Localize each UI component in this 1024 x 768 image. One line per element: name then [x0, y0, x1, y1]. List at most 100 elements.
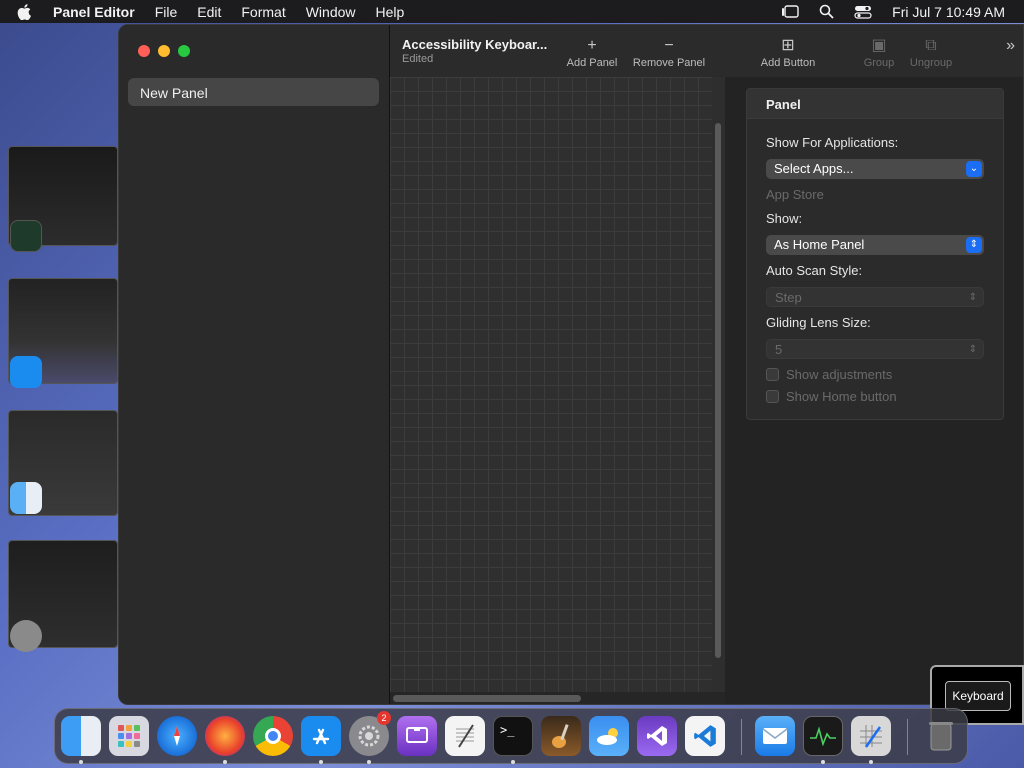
- edit-menu[interactable]: Edit: [197, 4, 221, 20]
- show-popup[interactable]: As Home Panel ⇕: [766, 235, 984, 255]
- add-panel-label: Add Panel: [566, 57, 618, 69]
- vscode-icon[interactable]: [685, 716, 725, 756]
- group-button[interactable]: ▣ Group: [860, 37, 898, 69]
- panel-canvas[interactable]: [390, 77, 725, 692]
- add-square-icon: ⊞: [781, 37, 795, 54]
- app-name-menu[interactable]: Panel Editor: [53, 4, 135, 20]
- show-home-button-checkbox[interactable]: Show Home button: [766, 389, 897, 404]
- visual-studio-icon[interactable]: [637, 716, 677, 756]
- sidebar-item-label: New Panel: [140, 85, 208, 101]
- mail-icon[interactable]: [755, 716, 795, 756]
- menu-clock[interactable]: Fri Jul 7 10:49 AM: [892, 4, 1005, 20]
- activity-monitor-icon: [10, 220, 42, 252]
- launchpad-icon[interactable]: [109, 716, 149, 756]
- group-icon: ▣: [871, 37, 887, 54]
- minimize-button[interactable]: [158, 45, 170, 57]
- remove-panel-label: Remove Panel: [632, 57, 706, 69]
- show-popup-value: As Home Panel: [774, 237, 865, 252]
- firefox-icon[interactable]: [205, 716, 245, 756]
- select-apps-dropdown[interactable]: Select Apps... ⌄: [766, 159, 984, 179]
- chrome-icon[interactable]: [253, 716, 293, 756]
- spotlight-search-icon[interactable]: [819, 4, 834, 19]
- show-for-apps-label: Show For Applications:: [766, 135, 899, 150]
- horizontal-scrollbar[interactable]: [393, 695, 581, 702]
- sidebar: New Panel: [119, 25, 390, 704]
- textedit-icon[interactable]: [445, 716, 485, 756]
- add-button-label: Add Button: [760, 57, 816, 69]
- running-indicator: [319, 760, 323, 764]
- panel-editor-dock-icon[interactable]: [851, 716, 891, 756]
- running-indicator: [367, 760, 371, 764]
- updown-chevron-icon: ⇕: [966, 237, 982, 253]
- auto-scan-value: Step: [775, 290, 802, 305]
- select-apps-value: Select Apps...: [774, 161, 854, 176]
- weather-icon[interactable]: [589, 716, 629, 756]
- panel-inspector: Panel Show For Applications: Select Apps…: [746, 88, 1004, 420]
- ungroup-label: Ungroup: [909, 57, 953, 69]
- chevron-down-icon: ⌄: [966, 161, 982, 177]
- stage-manager-icon[interactable]: [781, 4, 799, 19]
- running-indicator: [223, 760, 227, 764]
- format-menu[interactable]: Format: [241, 4, 285, 20]
- toolbar: Accessibility Keyboar... Edited + Add Pa…: [390, 25, 1023, 77]
- keyboard-button[interactable]: Keyboard: [945, 681, 1011, 711]
- panel-editor-window: New Panel Accessibility Keyboar... Edite…: [118, 24, 1024, 705]
- gliding-lens-popup[interactable]: 5 ⇕: [766, 339, 984, 359]
- auto-scan-label: Auto Scan Style:: [766, 263, 863, 278]
- terminal-icon[interactable]: >_: [493, 716, 533, 756]
- add-button-button[interactable]: ⊞ Add Button: [756, 37, 820, 69]
- control-center-icon[interactable]: [854, 5, 872, 19]
- dock-separator: [741, 719, 742, 755]
- updown-chevron-icon: ⇕: [968, 292, 978, 303]
- app-store-icon[interactable]: [301, 716, 341, 756]
- apple-menu-icon[interactable]: [17, 3, 37, 20]
- show-home-button-label: Show Home button: [786, 389, 897, 404]
- menu-bar: Panel Editor File Edit Format Window Hel…: [0, 0, 1024, 23]
- auto-scan-popup[interactable]: Step ⇕: [766, 287, 984, 307]
- vertical-scrollbar[interactable]: [715, 123, 721, 658]
- inspector-title: Panel: [747, 89, 1003, 119]
- running-indicator: [869, 760, 873, 764]
- window-controls: [138, 45, 190, 57]
- gliding-lens-label: Gliding Lens Size:: [766, 315, 871, 330]
- finder-icon[interactable]: [61, 716, 101, 756]
- ungroup-icon: ⧉: [925, 37, 937, 54]
- activity-monitor-dock-icon[interactable]: [803, 716, 843, 756]
- chrome-center-icon: [265, 728, 281, 744]
- ungroup-button[interactable]: ⧉ Ungroup: [906, 37, 956, 69]
- help-menu[interactable]: Help: [376, 4, 405, 20]
- dock-separator: [907, 719, 908, 755]
- sidebar-item-new-panel[interactable]: New Panel: [128, 78, 379, 106]
- running-indicator: [511, 760, 515, 764]
- minus-icon: −: [664, 37, 674, 54]
- app-store-stage-icon: [10, 356, 42, 388]
- checkbox-box: [766, 390, 779, 403]
- finder-stage-icon: [10, 482, 42, 514]
- dock: 2 >_: [54, 708, 968, 764]
- checkbox-box: [766, 368, 779, 381]
- notch-app-icon[interactable]: [397, 716, 437, 756]
- remove-panel-button[interactable]: − Remove Panel: [630, 37, 708, 69]
- add-panel-button[interactable]: + Add Panel: [564, 37, 620, 69]
- show-adjustments-checkbox[interactable]: Show adjustments: [766, 367, 892, 382]
- trash-icon[interactable]: [921, 716, 961, 756]
- updown-chevron-icon: ⇕: [968, 344, 978, 355]
- show-label: Show:: [766, 211, 803, 226]
- plus-icon: +: [587, 37, 597, 54]
- settings-stage-icon: [10, 620, 42, 652]
- app-store-hint: App Store: [766, 187, 824, 202]
- document-status: Edited: [402, 53, 434, 65]
- show-adjustments-label: Show adjustments: [786, 367, 893, 382]
- running-indicator: [821, 760, 825, 764]
- close-button[interactable]: [138, 45, 150, 57]
- settings-badge: 2: [377, 711, 391, 725]
- safari-icon[interactable]: [157, 716, 197, 756]
- file-menu[interactable]: File: [155, 4, 178, 20]
- toolbar-overflow-icon[interactable]: »: [1006, 37, 1015, 55]
- gliding-lens-value: 5: [775, 342, 783, 357]
- running-indicator: [79, 760, 83, 764]
- garageband-icon[interactable]: [541, 716, 581, 756]
- zoom-button[interactable]: [178, 45, 190, 57]
- window-menu[interactable]: Window: [306, 4, 356, 20]
- canvas-grid: [390, 77, 712, 692]
